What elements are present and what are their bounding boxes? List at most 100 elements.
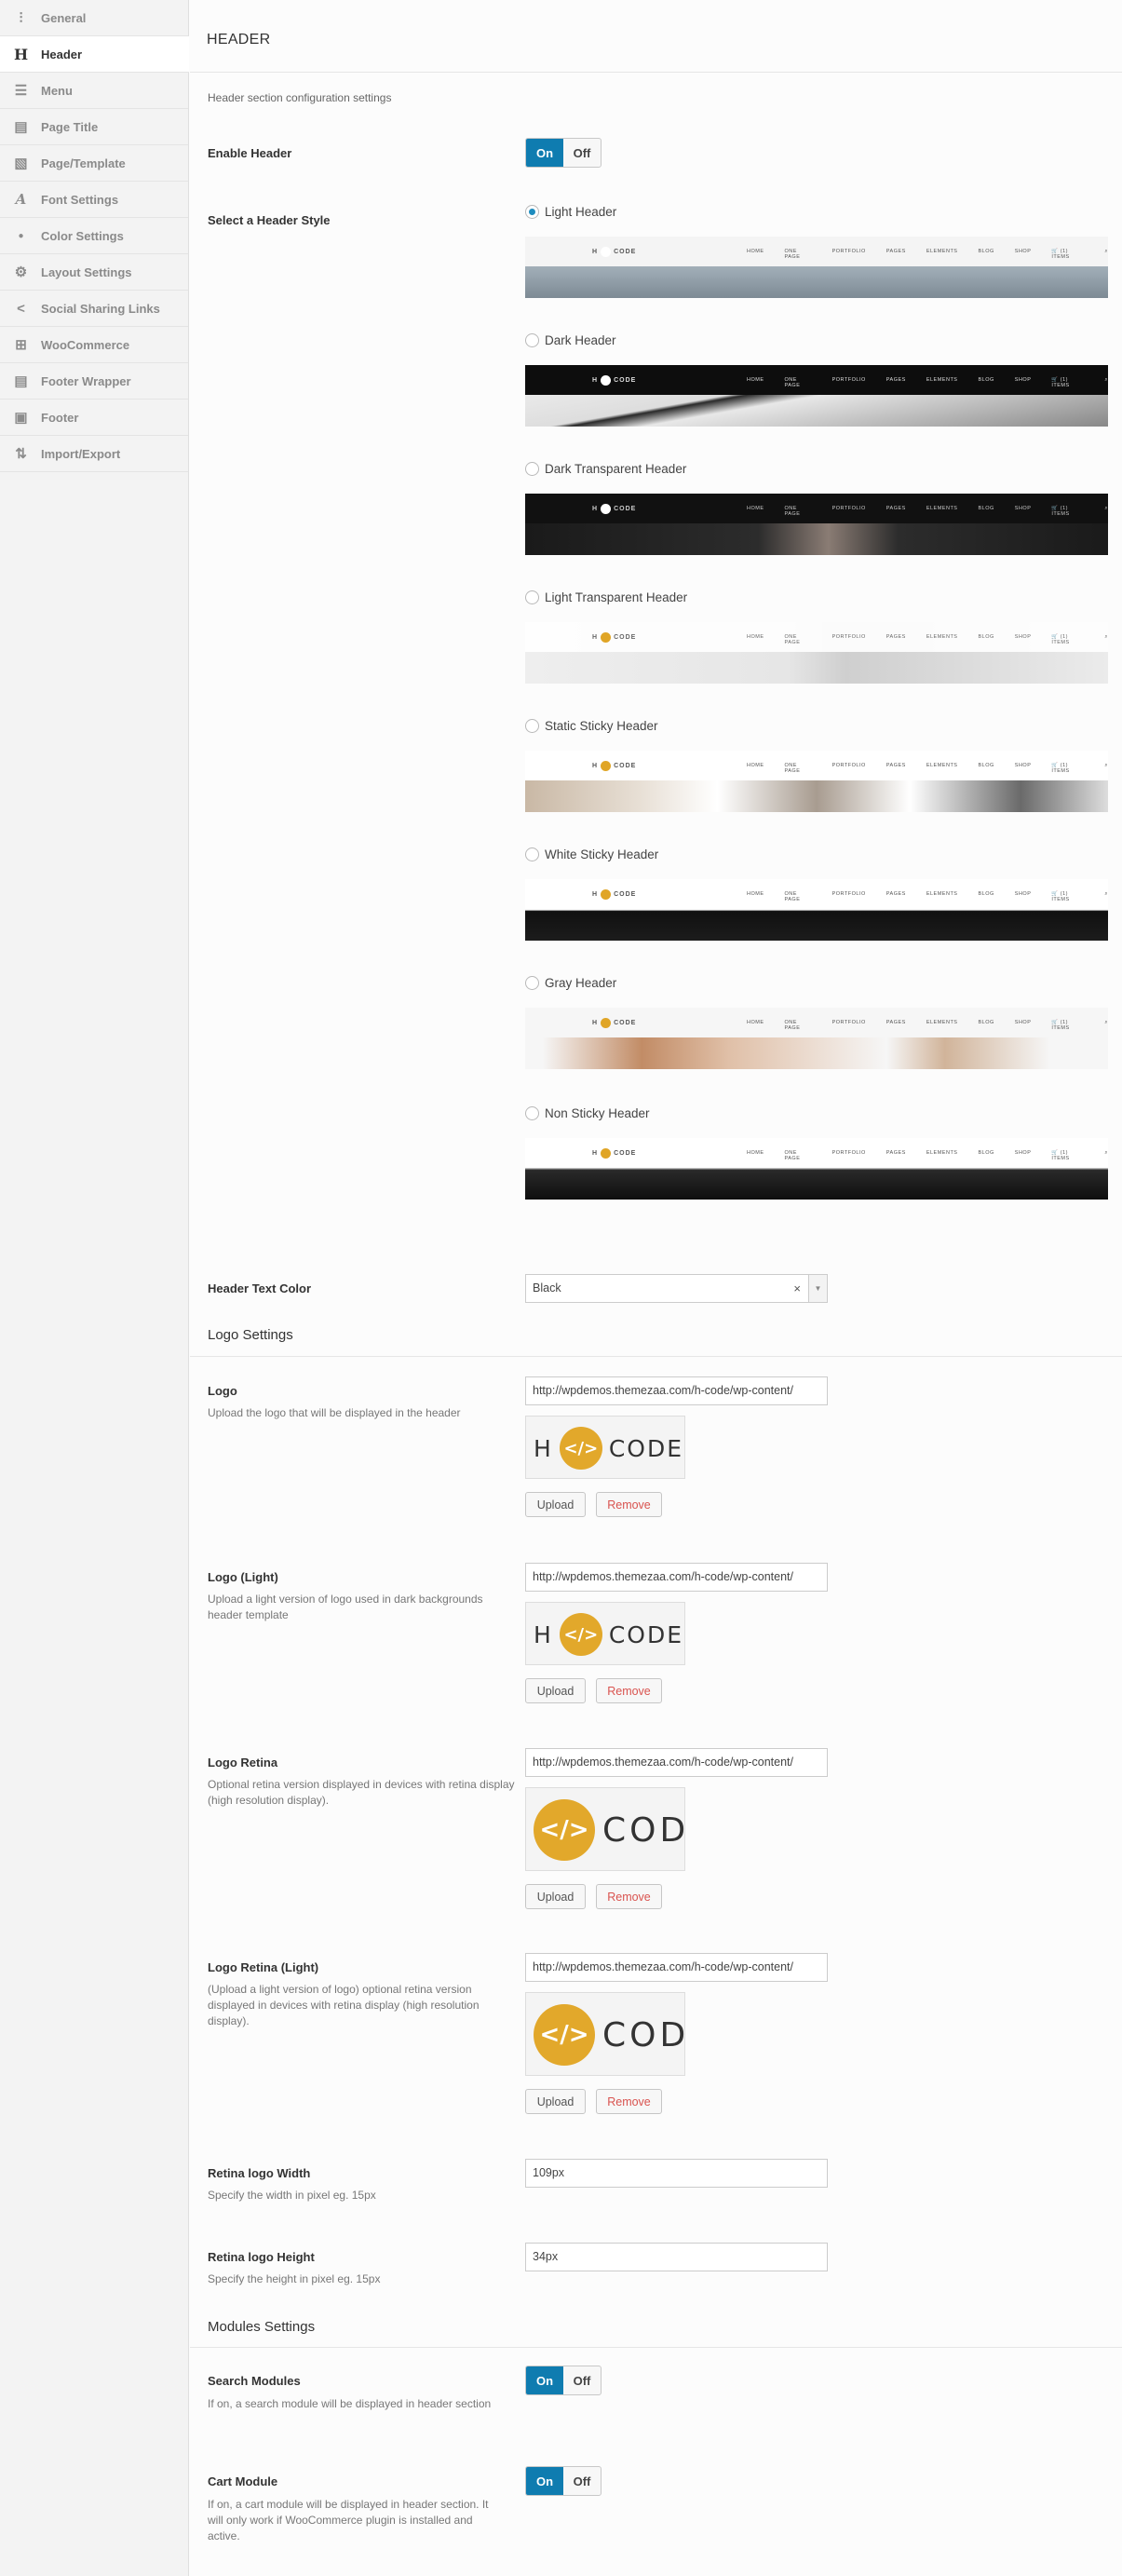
preview-navbar: H CODE HOME ONE PAGE PORTFOLIO PAGES ELEMENTS B… — [525, 751, 1108, 780]
footer-wrapper-icon: ▤ — [14, 373, 28, 389]
preview-menu-item: PORTFOLIO — [831, 377, 866, 383]
sidebar-item-footer-wrapper[interactable]: ▤ Footer Wrapper — [0, 363, 188, 400]
chevron-down-icon[interactable]: ▼ — [808, 1275, 827, 1302]
radio-button[interactable] — [525, 205, 539, 219]
preview-logo-circle — [601, 375, 612, 386]
sidebar-item-page-title[interactable]: ▤ Page Title — [0, 109, 188, 145]
options-sidebar: ⫶ General H Header ☰ Menu ▤ Page Title ▧ Page… — [0, 0, 189, 2576]
upload-button[interactable]: Upload — [525, 1678, 586, 1703]
preview-menu-item: PORTFOLIO — [831, 249, 866, 254]
logo-url-input[interactable]: http://wpdemos.themezaa.com/h-code/wp-co… — [525, 1748, 828, 1777]
header-style-radio-dark[interactable]: Dark Header — [525, 333, 616, 347]
search-modules-toggle[interactable]: On Off — [525, 2366, 602, 2395]
header-style-radio-light[interactable]: Light Header — [525, 205, 616, 219]
title-divider — [190, 72, 1122, 73]
preview-menu-item: ONE PAGE — [784, 634, 801, 645]
cart-module-toggle[interactable]: On Off — [525, 2466, 602, 2496]
header-style-preview[interactable]: H CODE HOME ONE PAGE PORTFOLIO PAGES ELEMENTS B… — [525, 1008, 1108, 1069]
toggle-off-button[interactable]: Off — [563, 2467, 601, 2495]
toggle-on-button[interactable]: On — [526, 139, 563, 167]
logo-word: CODE — [608, 1434, 683, 1462]
sidebar-item-header[interactable]: H Header — [0, 36, 189, 73]
logo-field-label: Logo — [208, 1384, 237, 1398]
header-style-radio-static[interactable]: Static Sticky Header — [525, 719, 658, 733]
header-style-preview[interactable]: H CODE HOME ONE PAGE PORTFOLIO PAGES ELEMENTS B… — [525, 622, 1108, 684]
remove-button[interactable]: Remove — [596, 1492, 662, 1517]
radio-button[interactable] — [525, 590, 539, 604]
header-style-radio-darktrans[interactable]: Dark Transparent Header — [525, 462, 686, 476]
header-style-preview[interactable]: H CODE HOME ONE PAGE PORTFOLIO PAGES ELEMENTS B… — [525, 1138, 1108, 1200]
clear-selection-icon[interactable]: × — [793, 1275, 801, 1302]
code-brackets-icon: </> — [534, 2004, 595, 2066]
sidebar-item-label: Social Sharing Links — [41, 302, 160, 316]
logo-settings-divider — [190, 1356, 1122, 1357]
header-style-preview[interactable]: H CODE HOME ONE PAGE PORTFOLIO PAGES ELEMENTS B… — [525, 751, 1108, 812]
header-style-radio-nonsticky[interactable]: Non Sticky Header — [525, 1106, 650, 1120]
toggle-on-button[interactable]: On — [526, 2467, 563, 2495]
sidebar-item-label: WooCommerce — [41, 338, 130, 352]
retina-height-input[interactable]: 34px — [525, 2243, 828, 2271]
header-style-preview[interactable]: H CODE HOME ONE PAGE PORTFOLIO PAGES ELEMENTS B… — [525, 494, 1108, 555]
logo-url-input[interactable]: http://wpdemos.themezaa.com/h-code/wp-co… — [525, 1953, 828, 1982]
preview-menu-item: PAGES — [885, 891, 906, 897]
header-style-radio-white[interactable]: White Sticky Header — [525, 847, 658, 861]
upload-button[interactable]: Upload — [525, 1492, 586, 1517]
preview-menu: HOME ONE PAGE PORTFOLIO PAGES ELEMENTS BLOG SH… — [747, 634, 1108, 645]
header-text-color-label: Header Text Color — [208, 1281, 312, 1295]
logo-url-input[interactable]: http://wpdemos.themezaa.com/h-code/wp-co… — [525, 1376, 828, 1405]
cart-module-desc: If on, a cart module will be displayed i… — [208, 2498, 489, 2542]
preview-logo: H CODE — [592, 1018, 636, 1028]
remove-button[interactable]: Remove — [596, 1884, 662, 1909]
remove-button[interactable]: Remove — [596, 2089, 662, 2114]
remove-button[interactable]: Remove — [596, 1678, 662, 1703]
preview-menu-item: SHOP — [1014, 891, 1032, 897]
header-style-preview[interactable]: H CODE HOME ONE PAGE PORTFOLIO PAGES ELEMENTS B… — [525, 237, 1108, 298]
upload-button[interactable]: Upload — [525, 2089, 586, 2114]
radio-button[interactable] — [525, 719, 539, 733]
code-brackets-icon: </> — [534, 1799, 595, 1861]
preview-menu-item: ELEMENTS — [926, 1020, 958, 1025]
header-style-preview[interactable]: H CODE HOME ONE PAGE PORTFOLIO PAGES ELEMENTS B… — [525, 879, 1108, 941]
preview-menu-item: 🛒 (1) ITEMS — [1051, 249, 1070, 260]
enable-header-toggle[interactable]: On Off — [525, 138, 602, 168]
cart-module-label: Cart Module — [208, 2474, 278, 2488]
section-description: Header section configuration settings — [208, 91, 392, 104]
radio-button[interactable] — [525, 462, 539, 476]
toggle-off-button[interactable]: Off — [563, 139, 601, 167]
header-style-preview[interactable]: H CODE HOME ONE PAGE PORTFOLIO PAGES ELEMENTS B… — [525, 365, 1108, 427]
preview-menu-item: ⌕ — [1104, 506, 1108, 511]
radio-button[interactable] — [525, 1106, 539, 1120]
upload-button[interactable]: Upload — [525, 1884, 586, 1909]
color-drop-icon: ● — [18, 231, 24, 241]
sidebar-item-general[interactable]: ⫶ General — [0, 0, 188, 36]
header-h-icon: H — [13, 46, 29, 63]
radio-button[interactable] — [525, 847, 539, 861]
preview-menu-item: SHOP — [1014, 249, 1032, 254]
sidebar-item-social-sharing-links[interactable]: < Social Sharing Links — [0, 291, 188, 327]
sidebar-item-font-settings[interactable]: A Font Settings — [0, 182, 188, 218]
page-template-icon: ▧ — [14, 156, 28, 171]
retina-width-input[interactable]: 109px — [525, 2159, 828, 2188]
logo-letter: H — [534, 1434, 552, 1462]
header-text-color-select[interactable]: Black × ▼ — [525, 1274, 828, 1303]
sidebar-item-woocommerce[interactable]: ⊞ WooCommerce — [0, 327, 188, 363]
sidebar-item-layout-settings[interactable]: ⚙ Layout Settings — [0, 254, 188, 291]
preview-menu-item: PORTFOLIO — [831, 1020, 866, 1025]
radio-button[interactable] — [525, 333, 539, 347]
sidebar-item-menu[interactable]: ☰ Menu — [0, 73, 188, 109]
toggle-off-button[interactable]: Off — [563, 2366, 601, 2394]
header-style-radio-gray[interactable]: Gray Header — [525, 976, 616, 990]
preview-menu-item: HOME — [747, 249, 764, 254]
sidebar-item-page-template[interactable]: ▧ Page/Template — [0, 145, 188, 182]
sidebar-item-color-settings[interactable]: ● Color Settings — [0, 218, 188, 254]
logo-url-input[interactable]: http://wpdemos.themezaa.com/h-code/wp-co… — [525, 1563, 828, 1592]
preview-menu-item: ⌕ — [1104, 634, 1108, 640]
sidebar-item-import-export[interactable]: ⇅ Import/Export — [0, 436, 188, 472]
toggle-on-button[interactable]: On — [526, 2366, 563, 2394]
preview-navbar: H CODE HOME ONE PAGE PORTFOLIO PAGES ELEMENTS B… — [525, 879, 1108, 909]
radio-button[interactable] — [525, 976, 539, 990]
sidebar-item-label: Page/Template — [41, 156, 126, 170]
sidebar-item-footer[interactable]: ▣ Footer — [0, 400, 188, 436]
header-style-radio-lighttrans[interactable]: Light Transparent Header — [525, 590, 687, 604]
logo-word: CODE — [608, 1620, 683, 1648]
